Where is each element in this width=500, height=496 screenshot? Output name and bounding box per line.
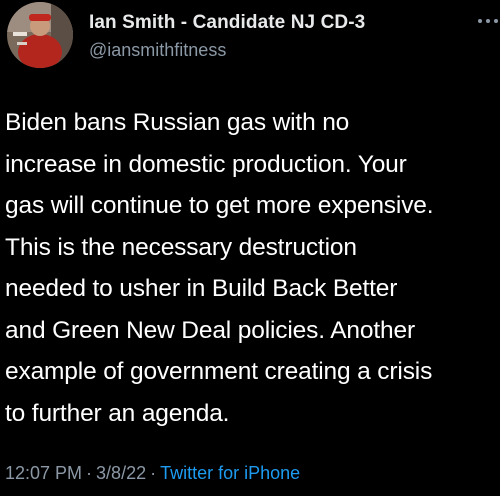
- tweet-text-line: This is the necessary destruction: [5, 233, 357, 261]
- more-horizontal-icon: [478, 19, 498, 23]
- avatar-image: [7, 2, 73, 68]
- meta-separator: ·: [86, 463, 93, 483]
- tweet-text-line: needed to usher in Build Back Better: [5, 275, 398, 302]
- tweet-date[interactable]: 3/8/22: [96, 463, 146, 483]
- author-display-name[interactable]: Ian Smith - Candidate NJ CD-3: [89, 12, 365, 34]
- tweet-text-line: gas will continue to get more expensive.: [5, 192, 434, 219]
- more-options-button[interactable]: [476, 14, 500, 28]
- tweet-card: Ian Smith - Candidate NJ CD-3 @iansmithf…: [0, 0, 500, 496]
- author-handle[interactable]: @iansmithfitness: [89, 39, 365, 61]
- avatar[interactable]: [7, 2, 73, 68]
- tweet-meta: 12:07 PM · 3/8/22 · Twitter for iPhone: [5, 462, 300, 484]
- tweet-text-line: to further an agenda.: [5, 399, 230, 427]
- tweet-text-line: increase in domestic production. Your: [5, 150, 407, 178]
- tweet-text-line: and Green New Deal policies. Another: [5, 316, 415, 344]
- tweet-source-link[interactable]: Twitter for iPhone: [160, 463, 300, 483]
- tweet-text-line: example of government creating a crisis: [5, 358, 433, 385]
- tweet-text-line: Biden bans Russian gas with no: [5, 109, 350, 136]
- meta-separator: ·: [150, 463, 157, 483]
- tweet-time[interactable]: 12:07 PM: [5, 463, 82, 483]
- tweet-text: Biden bans Russian gas with no increase …: [5, 102, 500, 434]
- author-block: Ian Smith - Candidate NJ CD-3 @iansmithf…: [89, 12, 365, 61]
